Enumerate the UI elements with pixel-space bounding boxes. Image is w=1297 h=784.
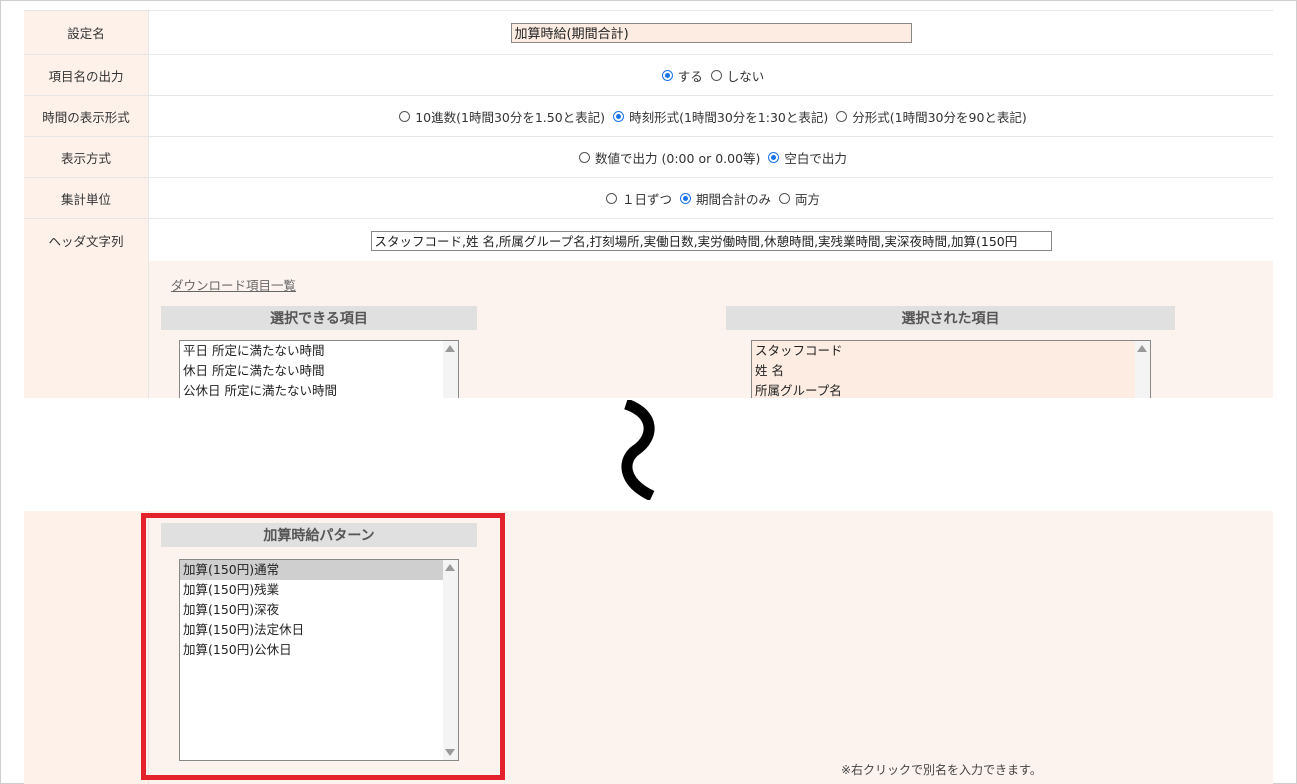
setting-name-input[interactable]: 加算時給(期間合計) [510,22,912,43]
unit-period-total[interactable]: 期間合計のみ [674,189,771,208]
radio-icon[interactable] [605,192,617,204]
scrollbar[interactable] [1135,341,1150,398]
scroll-up-icon[interactable] [445,345,455,352]
radio-checked-icon[interactable] [661,69,673,81]
time-format-clock[interactable]: 時刻形式(1時間30分を1:30と表記) [607,107,828,126]
header-label: ヘッダ文字列 [24,219,149,262]
unit-daily[interactable]: １日ずつ [600,189,672,208]
setting-row-header: ヘッダ文字列 スタッフコード,姓 名,所属グループ名,打刻場所,実働日数,実労働… [24,219,1273,262]
time-format-label: 時間の表示形式 [24,96,149,136]
radio-icon[interactable] [399,110,411,122]
radio-checked-icon[interactable] [613,110,625,122]
omission-wave-icon [621,400,655,500]
rename-hint: ※右クリックで別名を入力できます。 [841,763,1042,777]
setting-name-label: 設定名 [24,11,149,54]
output-option-no[interactable]: しない [705,66,764,85]
display-blank[interactable]: 空白で出力 [762,148,847,167]
selected-items-list[interactable]: スタッフコード 姓 名 所属グループ名 [751,340,1151,398]
radio-checked-icon[interactable] [679,192,691,204]
list-item[interactable]: スタッフコード [752,341,1150,361]
settings-table: 設定名 加算時給(期間合計) 項目名の出力 する しない 時間の表示形式 10進… [24,10,1273,262]
available-items-list[interactable]: 平日 所定に満たない時間 休日 所定に満たない時間 公休日 所定に満たない時間 [179,340,459,398]
selected-items-header: 選択された項目 [726,306,1175,330]
scroll-up-icon[interactable] [1137,345,1147,352]
list-item[interactable]: 平日 所定に満たない時間 [180,341,458,361]
radio-icon[interactable] [710,69,722,81]
scrollbar[interactable] [443,341,458,398]
radio-icon[interactable] [836,110,848,122]
display-numeric[interactable]: 数値で出力 (0:00 or 0.00等) [573,148,760,167]
radio-icon[interactable] [779,192,790,204]
header-string-input[interactable]: スタッフコード,姓 名,所属グループ名,打刻場所,実働日数,実労働時間,休憩時間… [370,230,1052,251]
output-option-yes[interactable]: する [656,66,703,85]
unit-label: 集計単位 [24,178,149,218]
time-format-minutes[interactable]: 分形式(1時間30分を90と表記) [830,107,1027,126]
radio-checked-icon[interactable] [768,151,780,163]
setting-row-name: 設定名 加算時給(期間合計) [24,11,1273,55]
time-format-decimal[interactable]: 10進数(1時間30分を1.50と表記) [393,107,605,126]
download-items-link[interactable]: ダウンロード項目一覧 [171,275,296,294]
radio-icon[interactable] [579,151,591,163]
setting-row-time-format: 時間の表示形式 10進数(1時間30分を1.50と表記) 時刻形式(1時間30分… [24,96,1273,137]
list-item[interactable]: 姓 名 [752,361,1150,381]
setting-row-unit: 集計単位 １日ずつ 期間合計のみ 両方 [24,178,1273,219]
unit-both[interactable]: 両方 [773,189,820,208]
available-items-header: 選択できる項目 [161,306,477,330]
list-item[interactable]: 所属グループ名 [752,381,1150,398]
setting-row-output: 項目名の出力 する しない [24,55,1273,96]
list-item[interactable]: 休日 所定に満たない時間 [180,361,458,381]
setting-row-display: 表示方式 数値で出力 (0:00 or 0.00等) 空白で出力 [24,137,1273,178]
display-label: 表示方式 [24,137,149,177]
list-item[interactable]: 公休日 所定に満たない時間 [180,381,458,398]
output-label: 項目名の出力 [24,55,149,95]
highlight-box [141,513,505,780]
